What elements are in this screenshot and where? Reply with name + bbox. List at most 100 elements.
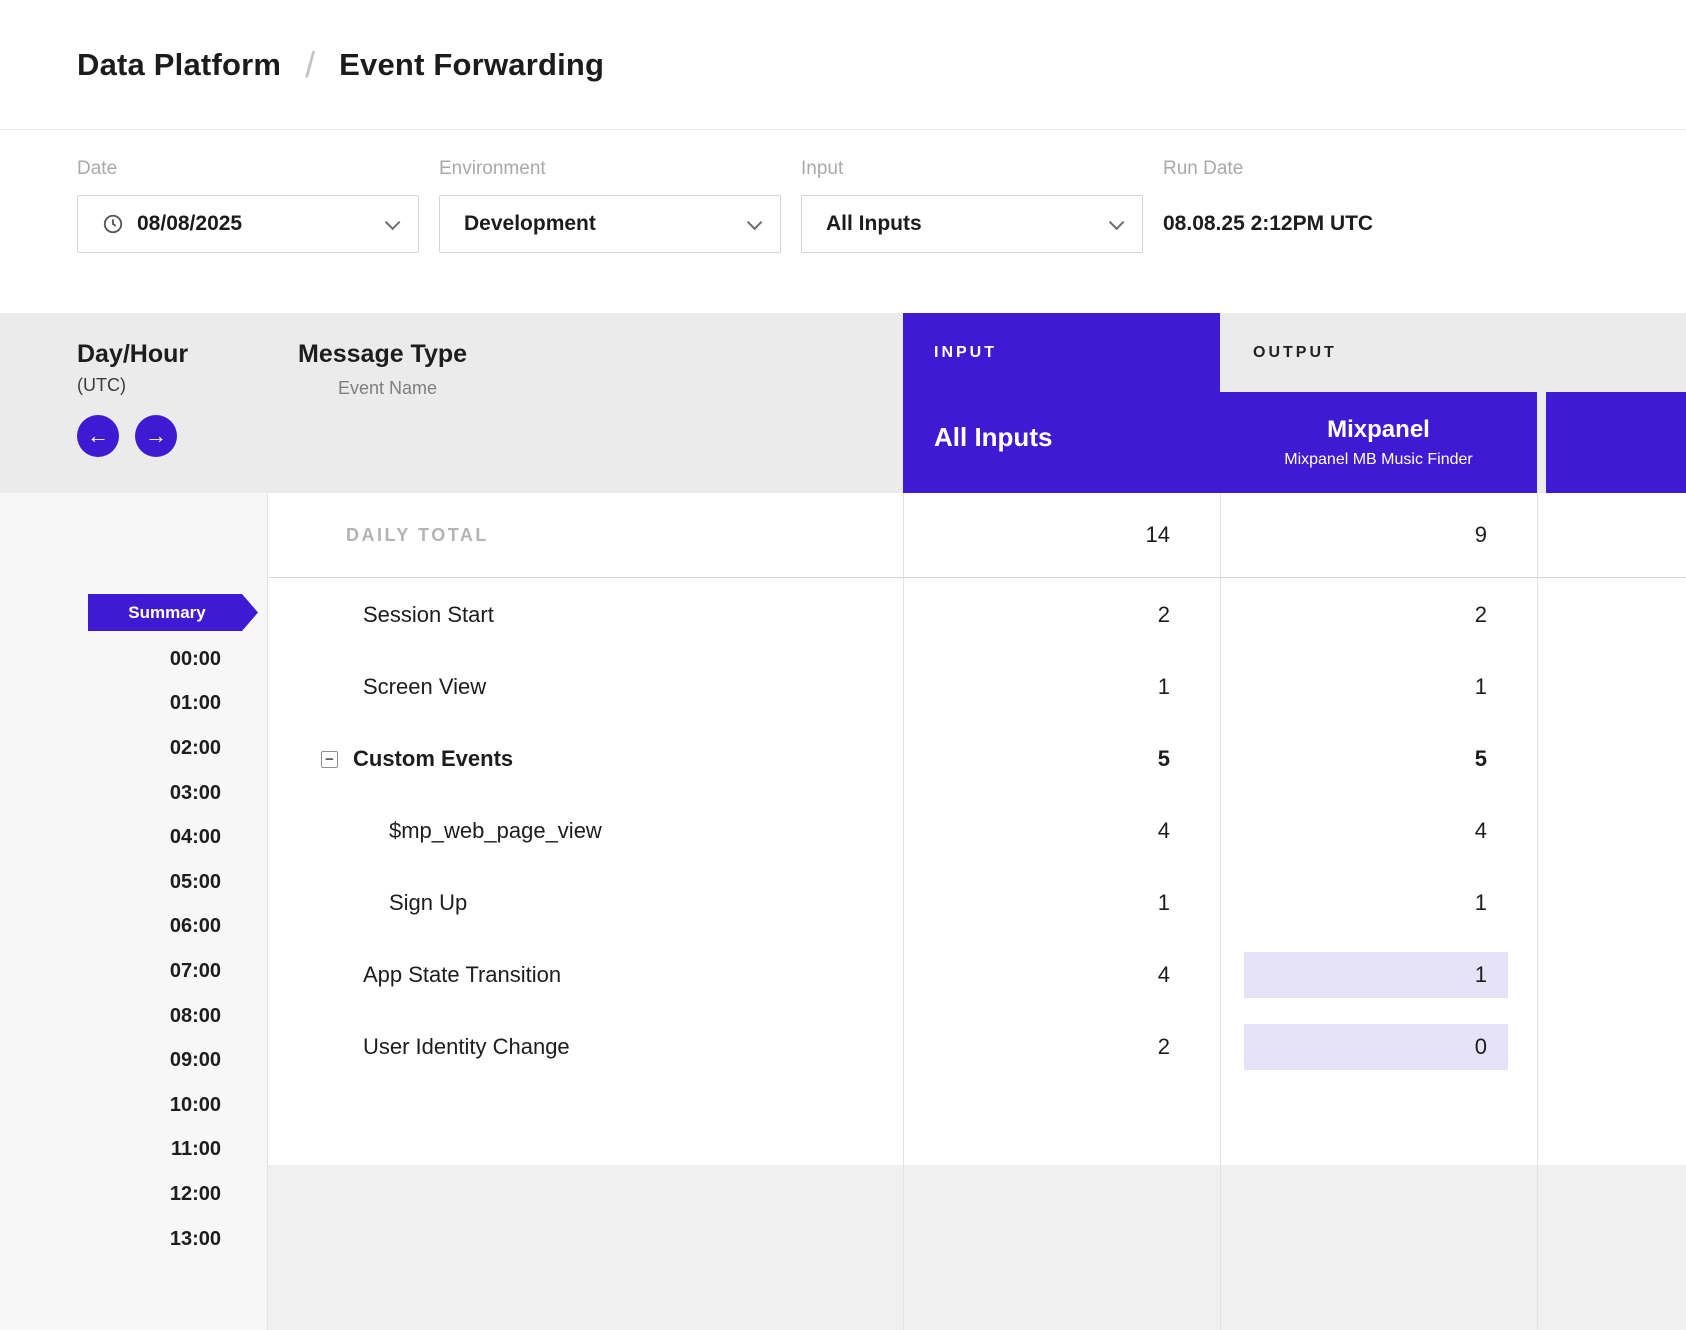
highlighted-output-count[interactable]: 1 [1244, 952, 1508, 998]
output-count: 1 [1220, 651, 1537, 723]
daily-total-output-value: 9 [1220, 493, 1537, 577]
environment-label: Environment [439, 158, 781, 180]
table-footer-area [268, 1165, 1686, 1330]
hour-item[interactable]: 13:00 [0, 1217, 267, 1262]
date-label: Date [77, 158, 419, 180]
environment-value: Development [464, 212, 735, 236]
environment-filter-group: Environment Development [439, 158, 781, 313]
day-navigation: ← → [77, 415, 268, 457]
day-hour-header: Day/Hour (UTC) ← → [0, 313, 268, 493]
hour-item[interactable]: 11:00 [0, 1128, 267, 1173]
filter-bar: Date 08/08/2025 Environment Development … [0, 130, 1686, 313]
input-column-name: All Inputs [934, 422, 1220, 453]
output-column-header: OUTPUT Mixpanel Mixpanel MB Music Finder [1220, 313, 1537, 493]
table-row: − Custom Events 5 5 [269, 723, 1537, 795]
date-value: 08/08/2025 [137, 212, 373, 236]
event-name-subtitle: Event Name [338, 378, 903, 399]
event-name-text: Custom Events [353, 746, 513, 772]
collapse-icon[interactable]: − [321, 751, 338, 768]
hour-rail: Summary 00:00 01:00 02:00 03:00 04:00 05… [0, 493, 268, 1330]
arrow-right-icon: → [145, 423, 167, 449]
event-name: Screen View [269, 651, 903, 723]
table-body: Summary 00:00 01:00 02:00 03:00 04:00 05… [0, 493, 1686, 1330]
next-day-button[interactable]: → [135, 415, 177, 457]
input-dropdown[interactable]: All Inputs [801, 195, 1143, 253]
input-count: 5 [903, 723, 1220, 795]
hour-item[interactable]: 10:00 [0, 1083, 267, 1128]
output-count: 4 [1220, 795, 1537, 867]
message-type-title: Message Type [298, 340, 903, 369]
next-output-column-partial [1537, 313, 1686, 493]
input-filter-group: Input All Inputs [801, 158, 1143, 313]
table-row: App State Transition 4 1 [269, 939, 1537, 1011]
arrow-left-icon: ← [87, 423, 109, 449]
date-dropdown[interactable]: 08/08/2025 [77, 195, 419, 253]
table-row: Session Start 2 2 [269, 579, 1537, 651]
input-count: 2 [903, 579, 1220, 651]
breadcrumb-separator: / [305, 44, 315, 86]
table-row: Sign Up 1 1 [269, 867, 1537, 939]
output-column-name: Mixpanel [1327, 416, 1430, 444]
table-header: Day/Hour (UTC) ← → Message Type Event Na… [0, 313, 1686, 493]
previous-day-button[interactable]: ← [77, 415, 119, 457]
event-name: User Identity Change [269, 1011, 903, 1083]
hour-item[interactable]: 07:00 [0, 949, 267, 994]
breadcrumb-section[interactable]: Data Platform [77, 47, 281, 83]
date-filter-group: Date 08/08/2025 [77, 158, 419, 313]
daily-total-input-value: 14 [903, 493, 1220, 577]
output-count: 1 [1220, 867, 1537, 939]
chevron-down-icon [385, 214, 401, 230]
environment-dropdown[interactable]: Development [439, 195, 781, 253]
output-group-label: OUTPUT [1220, 313, 1537, 392]
hour-item[interactable]: 12:00 [0, 1172, 267, 1217]
event-name: App State Transition [269, 939, 903, 1011]
chevron-down-icon [747, 214, 763, 230]
hour-item[interactable]: 02:00 [0, 726, 267, 771]
event-name: − Custom Events [269, 723, 903, 795]
summary-badge[interactable]: Summary [88, 594, 258, 631]
hour-item[interactable]: 06:00 [0, 905, 267, 950]
input-count: 1 [903, 651, 1220, 723]
mixpanel-column-header: Mixpanel Mixpanel MB Music Finder [1220, 392, 1537, 493]
clock-icon [102, 213, 124, 235]
output-column-subtitle: Mixpanel MB Music Finder [1284, 451, 1473, 469]
run-date-value: 08.08.25 2:12PM UTC [1163, 195, 1373, 253]
input-value: All Inputs [826, 212, 1097, 236]
input-count: 1 [903, 867, 1220, 939]
hour-item[interactable]: 01:00 [0, 682, 267, 727]
input-group-label: INPUT [934, 344, 1220, 362]
page-title: Event Forwarding [339, 47, 604, 83]
highlighted-output-count[interactable]: 0 [1244, 1024, 1508, 1070]
column-divider [1537, 493, 1538, 1330]
daily-total-label: DAILY TOTAL [269, 493, 903, 577]
table-row: User Identity Change 2 0 [269, 1011, 1537, 1083]
next-output-header-block [1546, 392, 1686, 493]
input-column-header: INPUT All Inputs [903, 313, 1220, 493]
output-count: 5 [1220, 723, 1537, 795]
input-count: 4 [903, 795, 1220, 867]
event-rows: Session Start 2 2 Screen View 1 1 − Cust… [269, 579, 1537, 1083]
day-hour-title: Day/Hour [77, 340, 268, 369]
next-output-spacer [1537, 313, 1686, 392]
table-row: Screen View 1 1 [269, 651, 1537, 723]
run-date-label: Run Date [1163, 158, 1373, 180]
daily-total-row: DAILY TOTAL 14 9 [269, 493, 1686, 578]
event-name: Sign Up [269, 867, 903, 939]
input-count: 4 [903, 939, 1220, 1011]
hour-item[interactable]: 05:00 [0, 860, 267, 905]
table-row: $mp_web_page_view 4 4 [269, 795, 1537, 867]
breadcrumb: Data Platform / Event Forwarding [0, 0, 1686, 130]
hour-item[interactable]: 08:00 [0, 994, 267, 1039]
day-hour-subtitle: (UTC) [77, 375, 268, 396]
hour-item[interactable]: 09:00 [0, 1038, 267, 1083]
hour-item[interactable]: 03:00 [0, 771, 267, 816]
hour-item[interactable]: 04:00 [0, 815, 267, 860]
output-count: 2 [1220, 579, 1537, 651]
output-count-cell: 0 [1220, 1011, 1537, 1083]
hours-list: 00:00 01:00 02:00 03:00 04:00 05:00 06:0… [0, 637, 267, 1261]
hour-item[interactable]: 00:00 [0, 637, 267, 682]
message-type-header: Message Type Event Name [268, 313, 903, 493]
input-count: 2 [903, 1011, 1220, 1083]
input-label: Input [801, 158, 1143, 180]
event-name: $mp_web_page_view [269, 795, 903, 867]
